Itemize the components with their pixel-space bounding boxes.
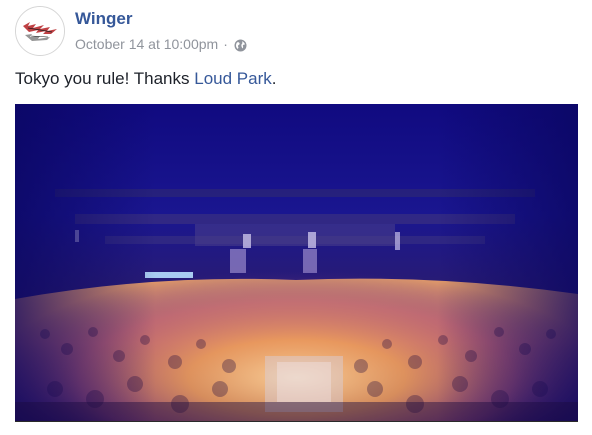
post-message-text: Tokyo you rule! Thanks (15, 69, 195, 88)
post-timestamp[interactable]: October 14 at 10:00pm (75, 35, 218, 53)
post-message-suffix: . (271, 69, 277, 88)
facebook-post: Winger October 14 at 10:00pm · Tokyo you… (0, 0, 592, 435)
winger-logo-icon (16, 7, 64, 55)
loud-park-link[interactable]: Loud Park (194, 69, 272, 88)
post-meta: October 14 at 10:00pm · (75, 35, 247, 53)
page-name-link[interactable]: Winger (75, 9, 132, 29)
globe-icon[interactable] (234, 38, 247, 51)
meta-separator: · (223, 36, 228, 52)
concert-crowd-image (15, 104, 578, 421)
page-avatar[interactable] (15, 6, 65, 56)
post-message: Tokyo you rule! Thanks Loud Park. (15, 68, 276, 90)
video-thumbnail[interactable] (15, 104, 578, 422)
